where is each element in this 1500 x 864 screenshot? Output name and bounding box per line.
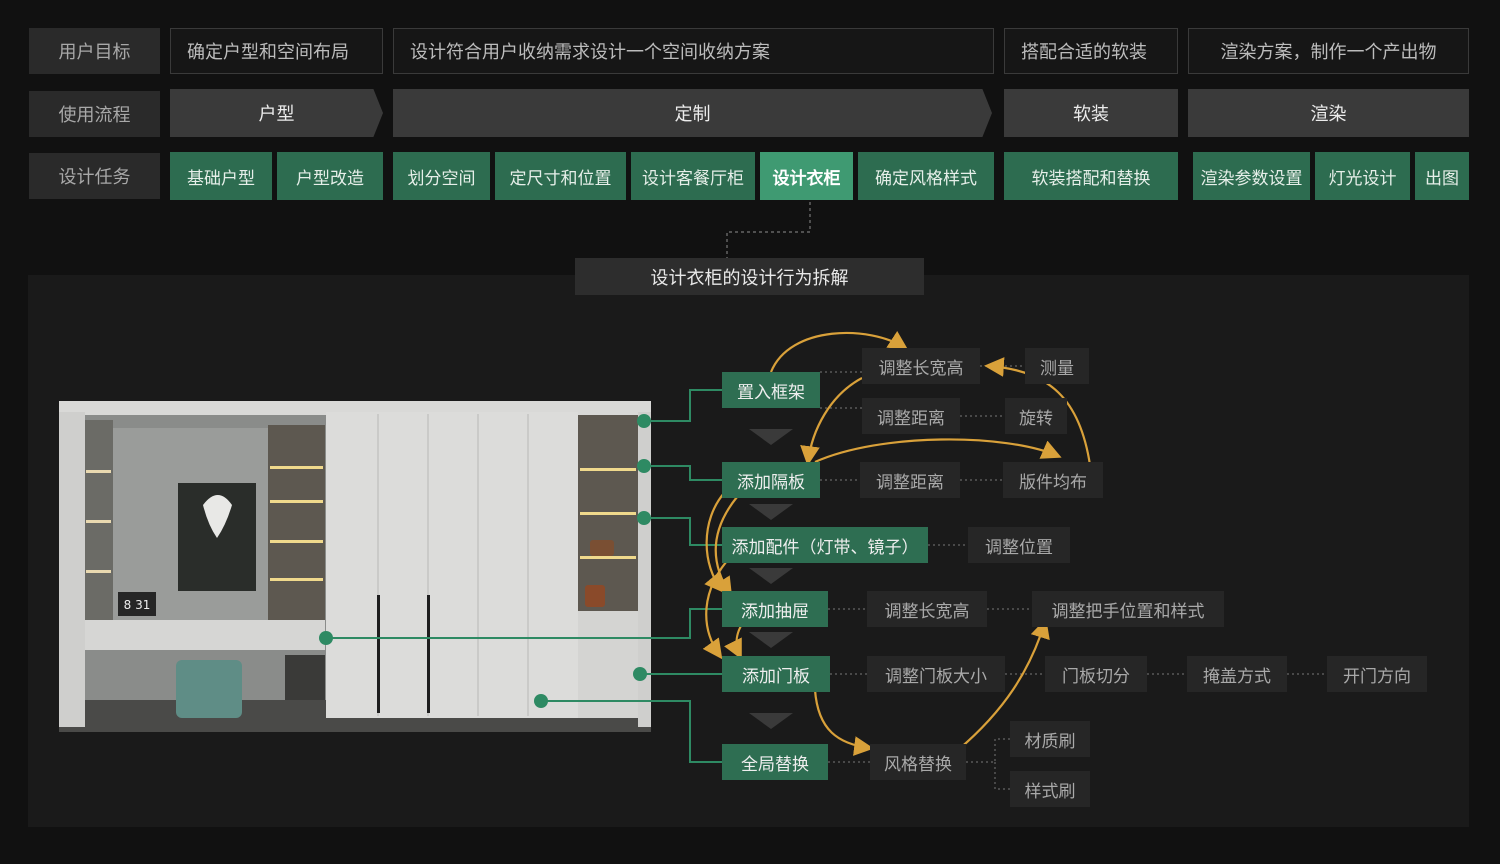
step-add-shelf: 添加隔板	[722, 462, 820, 498]
step-add-accessory: 添加配件（灯带、镜子）	[722, 527, 928, 563]
detail-door-overlay: 掩盖方式	[1187, 656, 1287, 692]
breakdown-title: 设计衣柜的设计行为拆解	[575, 258, 924, 295]
step-global-replace: 全局替换	[722, 744, 828, 780]
detail-door-size: 调整门板大小	[867, 656, 1005, 692]
clock-text: 8 31	[124, 598, 151, 612]
detail-frame-measure: 测量	[1025, 348, 1089, 384]
step-add-drawer: 添加抽屉	[722, 591, 828, 627]
detail-style-replace: 风格替换	[870, 744, 966, 780]
detail-style-brush: 样式刷	[1010, 771, 1090, 807]
detail-drawer-handle: 调整把手位置和样式	[1032, 591, 1224, 627]
detail-frame-size: 调整长宽高	[862, 348, 980, 384]
wardrobe-image: 8 31	[59, 401, 651, 732]
detail-door-direction: 开门方向	[1327, 656, 1427, 692]
detail-drawer-size: 调整长宽高	[867, 591, 987, 627]
detail-shelf-distance: 调整距离	[860, 462, 960, 498]
step-place-frame: 置入框架	[722, 372, 820, 408]
step-add-door: 添加门板	[722, 656, 830, 692]
detail-door-split: 门板切分	[1045, 656, 1147, 692]
task-to-title-connector	[726, 202, 811, 258]
detail-shelf-distribute: 版件均布	[1003, 462, 1103, 498]
detail-frame-rotate: 旋转	[1005, 398, 1067, 434]
connector-layer: 8 31	[59, 202, 1327, 790]
detail-frame-distance: 调整距离	[862, 398, 960, 434]
detail-material-brush: 材质刷	[1010, 721, 1090, 757]
detail-accessory-position: 调整位置	[968, 527, 1070, 563]
